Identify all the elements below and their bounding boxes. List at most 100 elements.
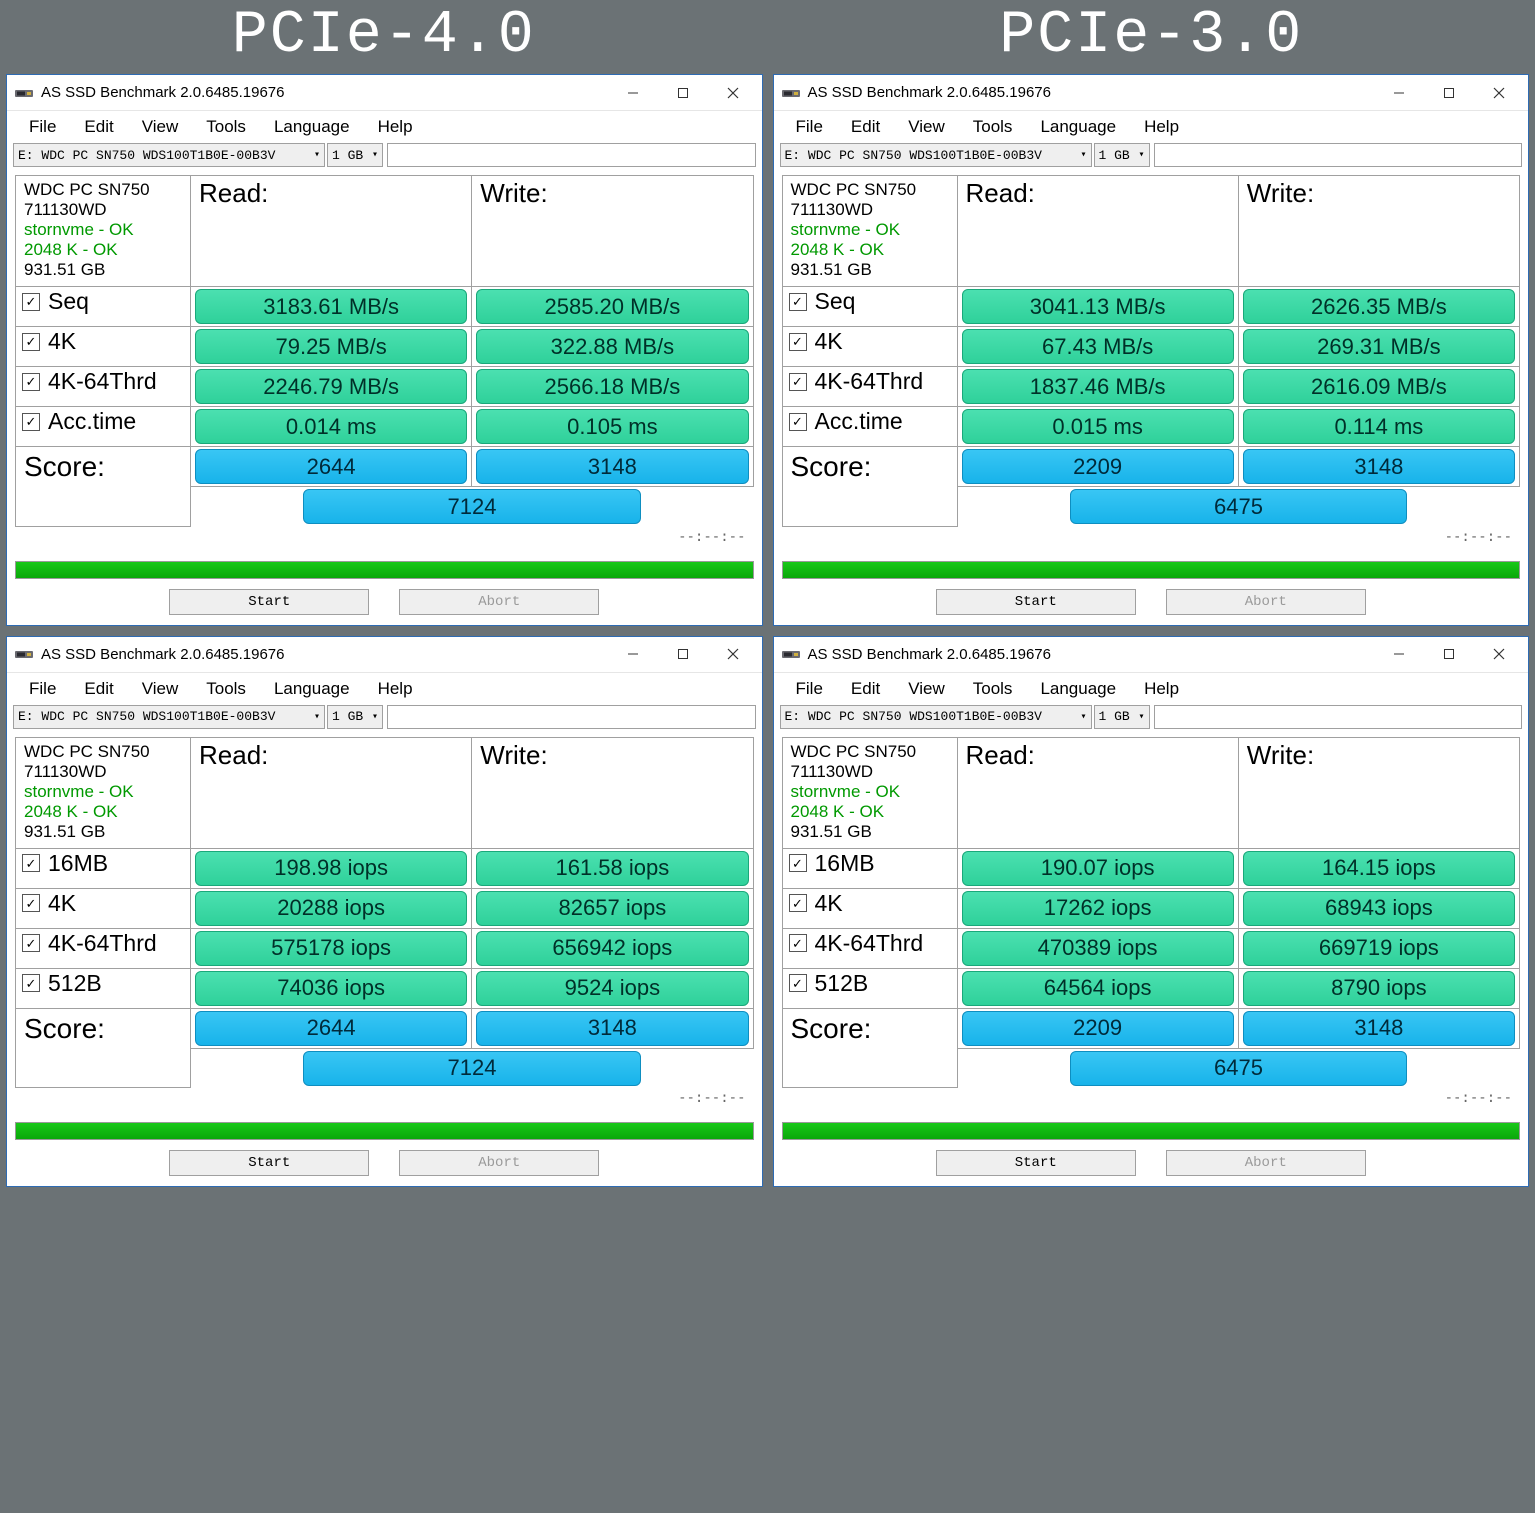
menu-tools[interactable]: Tools xyxy=(959,677,1027,701)
checkbox-icon[interactable]: ✓ xyxy=(22,333,40,351)
filter-input[interactable] xyxy=(1154,143,1523,167)
menu-file[interactable]: File xyxy=(15,115,70,139)
start-button[interactable]: Start xyxy=(169,1150,369,1176)
checkbox-icon[interactable]: ✓ xyxy=(22,934,40,952)
size-select[interactable]: 1 GB ▾ xyxy=(327,705,383,729)
menu-edit[interactable]: Edit xyxy=(837,677,894,701)
test-row-label[interactable]: ✓ Acc.time xyxy=(783,407,957,436)
close-button[interactable] xyxy=(708,78,758,108)
test-row-label[interactable]: ✓ 4K-64Thrd xyxy=(16,367,190,396)
menu-language[interactable]: Language xyxy=(260,115,364,139)
menu-language[interactable]: Language xyxy=(1026,677,1130,701)
drive-select[interactable]: E: WDC PC SN750 WDS100T1B0E-00B3V ▾ xyxy=(780,143,1092,167)
checkbox-icon[interactable]: ✓ xyxy=(789,373,807,391)
menu-file[interactable]: File xyxy=(782,677,837,701)
write-value: 8790 iops xyxy=(1243,971,1515,1006)
minimize-button[interactable] xyxy=(1374,639,1424,669)
test-row-label[interactable]: ✓ 4K xyxy=(16,327,190,356)
checkbox-icon[interactable]: ✓ xyxy=(22,894,40,912)
drive-driver: stornvme - OK xyxy=(24,220,182,240)
titlebar[interactable]: AS SSD Benchmark 2.0.6485.19676 xyxy=(774,637,1529,673)
menu-tools[interactable]: Tools xyxy=(192,115,260,139)
test-row-label[interactable]: ✓ 4K xyxy=(16,889,190,918)
maximize-button[interactable] xyxy=(658,78,708,108)
chevron-down-icon: ▾ xyxy=(310,149,320,161)
drive-capacity: 931.51 GB xyxy=(24,822,182,842)
menu-edit[interactable]: Edit xyxy=(70,115,127,139)
checkbox-icon[interactable]: ✓ xyxy=(22,293,40,311)
test-row-label[interactable]: ✓ 4K-64Thrd xyxy=(16,929,190,958)
checkbox-icon[interactable]: ✓ xyxy=(789,894,807,912)
titlebar[interactable]: AS SSD Benchmark 2.0.6485.19676 xyxy=(774,75,1529,111)
size-select[interactable]: 1 GB ▾ xyxy=(327,143,383,167)
checkbox-icon[interactable]: ✓ xyxy=(22,373,40,391)
test-row-label[interactable]: ✓ 4K-64Thrd xyxy=(783,367,957,396)
start-button[interactable]: Start xyxy=(936,589,1136,615)
start-button[interactable]: Start xyxy=(169,589,369,615)
checkbox-icon[interactable]: ✓ xyxy=(22,854,40,872)
drive-capacity: 931.51 GB xyxy=(24,260,182,280)
test-row-label[interactable]: ✓ Seq xyxy=(16,287,190,316)
checkbox-icon[interactable]: ✓ xyxy=(789,293,807,311)
write-value: 2585.20 MB/s xyxy=(476,289,748,324)
test-row-label[interactable]: ✓ 4K-64Thrd xyxy=(783,929,957,958)
drive-select[interactable]: E: WDC PC SN750 WDS100T1B0E-00B3V ▾ xyxy=(13,705,325,729)
drive-model: WDC PC SN750 xyxy=(791,742,949,762)
start-button[interactable]: Start xyxy=(936,1150,1136,1176)
read-value: 17262 iops xyxy=(962,891,1234,926)
maximize-button[interactable] xyxy=(1424,639,1474,669)
test-row-label[interactable]: ✓ 512B xyxy=(783,969,957,998)
titlebar[interactable]: AS SSD Benchmark 2.0.6485.19676 xyxy=(7,75,762,111)
menu-tools[interactable]: Tools xyxy=(192,677,260,701)
test-row-label[interactable]: ✓ 4K xyxy=(783,327,957,356)
menu-view[interactable]: View xyxy=(128,115,193,139)
minimize-button[interactable] xyxy=(1374,78,1424,108)
close-button[interactable] xyxy=(1474,78,1524,108)
menu-help[interactable]: Help xyxy=(1130,115,1193,139)
checkbox-icon[interactable]: ✓ xyxy=(789,974,807,992)
checkbox-icon[interactable]: ✓ xyxy=(789,934,807,952)
checkbox-icon[interactable]: ✓ xyxy=(789,854,807,872)
minimize-button[interactable] xyxy=(608,78,658,108)
menu-file[interactable]: File xyxy=(782,115,837,139)
close-button[interactable] xyxy=(708,639,758,669)
checkbox-icon[interactable]: ✓ xyxy=(22,974,40,992)
test-row-label[interactable]: ✓ 4K xyxy=(783,889,957,918)
menu-help[interactable]: Help xyxy=(1130,677,1193,701)
results-table: WDC PC SN750 711130WD stornvme - OK 2048… xyxy=(15,737,754,1089)
menu-edit[interactable]: Edit xyxy=(70,677,127,701)
filter-input[interactable] xyxy=(387,705,756,729)
drive-select[interactable]: E: WDC PC SN750 WDS100T1B0E-00B3V ▾ xyxy=(13,143,325,167)
menu-help[interactable]: Help xyxy=(364,115,427,139)
menu-edit[interactable]: Edit xyxy=(837,115,894,139)
menu-view[interactable]: View xyxy=(894,115,959,139)
test-row-label[interactable]: ✓ Acc.time xyxy=(16,407,190,436)
test-row-label[interactable]: ✓ Seq xyxy=(783,287,957,316)
maximize-button[interactable] xyxy=(1424,78,1474,108)
menu-help[interactable]: Help xyxy=(364,677,427,701)
drive-select[interactable]: E: WDC PC SN750 WDS100T1B0E-00B3V ▾ xyxy=(780,705,1092,729)
maximize-button[interactable] xyxy=(658,639,708,669)
test-row-label[interactable]: ✓ 512B xyxy=(16,969,190,998)
test-row-label[interactable]: ✓ 16MB xyxy=(783,849,957,878)
menu-file[interactable]: File xyxy=(15,677,70,701)
menu-language[interactable]: Language xyxy=(1026,115,1130,139)
progress-bar xyxy=(782,561,1521,579)
filter-input[interactable] xyxy=(387,143,756,167)
size-select[interactable]: 1 GB ▾ xyxy=(1094,705,1150,729)
menu-tools[interactable]: Tools xyxy=(959,115,1027,139)
titlebar[interactable]: AS SSD Benchmark 2.0.6485.19676 xyxy=(7,637,762,673)
test-row-label[interactable]: ✓ 16MB xyxy=(16,849,190,878)
menu-view[interactable]: View xyxy=(894,677,959,701)
score-total: 6475 xyxy=(1070,1051,1407,1086)
minimize-button[interactable] xyxy=(608,639,658,669)
filter-input[interactable] xyxy=(1154,705,1523,729)
elapsed-time: --:--:-- xyxy=(782,527,1521,547)
size-select[interactable]: 1 GB ▾ xyxy=(1094,143,1150,167)
checkbox-icon[interactable]: ✓ xyxy=(789,413,807,431)
checkbox-icon[interactable]: ✓ xyxy=(22,413,40,431)
checkbox-icon[interactable]: ✓ xyxy=(789,333,807,351)
close-button[interactable] xyxy=(1474,639,1524,669)
menu-view[interactable]: View xyxy=(128,677,193,701)
menu-language[interactable]: Language xyxy=(260,677,364,701)
